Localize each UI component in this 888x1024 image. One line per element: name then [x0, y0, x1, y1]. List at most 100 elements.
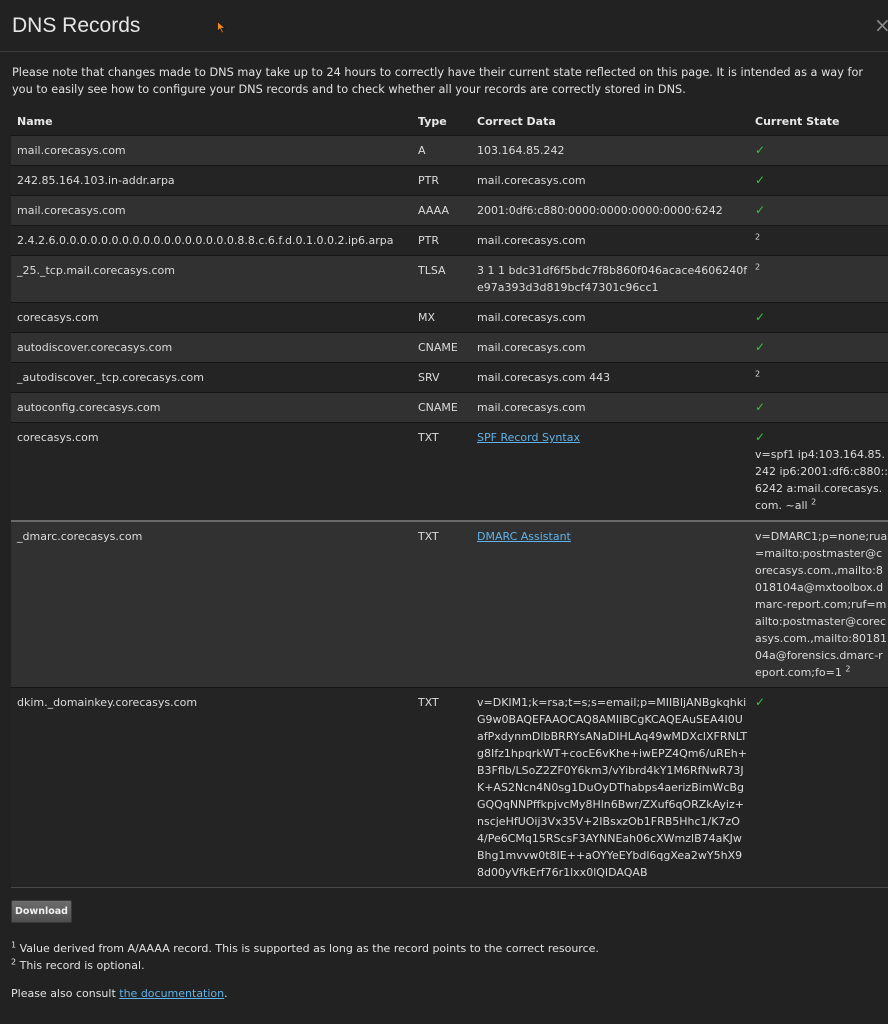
modal-title: DNS Records [12, 14, 141, 37]
table-row: 242.85.164.103.in-addr.arpa PTR mail.cor… [11, 165, 888, 196]
spf-record-syntax-link[interactable]: SPF Record Syntax [477, 431, 580, 444]
record-type: TLSA [418, 264, 446, 277]
record-state: ✓ [749, 393, 888, 423]
footnote-1-text: Value derived from A/AAAA record. This i… [19, 942, 599, 955]
check-icon: ✓ [755, 695, 766, 709]
record-type: PTR [418, 234, 439, 247]
record-state: v=DMARC1;p=none;rua=mailto:postmaster@co… [749, 520, 888, 688]
record-type: CNAME [418, 401, 458, 414]
record-state: 2 [749, 226, 888, 256]
footnote-1: 1 Value derived from A/AAAA record. This… [11, 941, 599, 956]
table-row: 2.4.2.6.0.0.0.0.0.0.0.0.0.0.0.0.0.0.0.0.… [11, 225, 888, 256]
dns-records-table-wrap: Name Type Correct Data Current State mai… [11, 108, 888, 888]
footnote-marker: 2 [755, 369, 761, 379]
table-header-row: Name Type Correct Data Current State [11, 108, 888, 136]
record-data: DMARC Assistant [471, 520, 749, 688]
close-icon[interactable]: × [874, 13, 888, 37]
modal-header: DNS Records × [0, 0, 888, 52]
record-data: mail.corecasys.com 443 [477, 371, 611, 384]
record-type: MX [418, 311, 436, 324]
record-data: mail.corecasys.com [477, 341, 586, 354]
record-data: 2001:0df6:c880:0000:0000:0000:0000:6242 [477, 204, 723, 217]
check-icon: ✓ [755, 203, 766, 217]
table-row: corecasys.com MX mail.corecasys.com ✓ [11, 302, 888, 333]
record-name: 2.4.2.6.0.0.0.0.0.0.0.0.0.0.0.0.0.0.0.0.… [17, 234, 394, 247]
record-name: _autodiscover._tcp.corecasys.com [17, 371, 205, 384]
footnote-marker: 2 [755, 232, 761, 242]
record-state-text: v=DMARC1;p=none;rua=mailto:postmaster@co… [755, 530, 888, 679]
check-icon: ✓ [755, 143, 766, 157]
record-state-text: v=spf1 ip4:103.164.85.242 ip6:2001:df6:c… [755, 448, 888, 512]
record-type: AAAA [418, 204, 450, 217]
column-header-name: Name [17, 115, 53, 128]
table-row: corecasys.com TXT SPF Record Syntax ✓ v=s… [11, 422, 888, 522]
consult-documentation: Please also consult the documentation. [11, 986, 228, 1001]
record-data: 3 1 1 bdc31df6f5bdc7f8b860f046acace46062… [477, 264, 748, 294]
table-row: dkim._domainkey.corecasys.com TXT v=DKIM… [11, 687, 888, 888]
dns-records-table: Name Type Correct Data Current State mai… [11, 108, 888, 888]
record-state: ✓ [749, 333, 888, 363]
record-state: ✓ [749, 166, 888, 196]
record-state: ✓ [749, 196, 888, 226]
table-row: _autodiscover._tcp.corecasys.com SRV mai… [11, 362, 888, 393]
consult-prefix: Please also consult [11, 987, 120, 1000]
footnote-2-number: 2 [11, 957, 17, 967]
record-type: PTR [418, 174, 439, 187]
table-row: _dmarc.corecasys.com TXT DMARC Assistant… [11, 520, 888, 688]
record-state: ✓ v=spf1 ip4:103.164.85.242 ip6:2001:df6:… [749, 423, 888, 522]
record-type: TXT [418, 431, 439, 444]
record-state: ✓ [749, 688, 888, 888]
dmarc-assistant-link[interactable]: DMARC Assistant [477, 530, 571, 543]
record-data: v=DKIM1;k=rsa;t=s;s=email;p=MIIBIjANBgkq… [477, 696, 748, 879]
documentation-link[interactable]: the documentation [119, 987, 224, 1000]
dns-propagation-note: Please note that changes made to DNS may… [12, 66, 864, 96]
record-name: corecasys.com [17, 311, 99, 324]
record-data: mail.corecasys.com [477, 234, 586, 247]
check-icon: ✓ [755, 400, 766, 414]
record-name: _dmarc.corecasys.com [11, 520, 412, 688]
record-state: 2 [749, 256, 888, 303]
check-icon: ✓ [755, 173, 766, 187]
footnote-marker: 2 [845, 664, 851, 674]
record-data: mail.corecasys.com [477, 311, 586, 324]
record-type: A [418, 144, 426, 157]
record-name: corecasys.com [17, 431, 99, 444]
column-header-state: Current State [755, 115, 840, 128]
mouse-pointer-icon [217, 21, 226, 34]
record-name: dkim._domainkey.corecasys.com [17, 696, 198, 709]
table-row: _25._tcp.mail.corecasys.com TLSA 3 1 1 b… [11, 255, 888, 303]
table-row: mail.corecasys.com A 103.164.85.242 ✓ [11, 135, 888, 166]
record-state: ✓ [749, 136, 888, 166]
record-data: mail.corecasys.com [477, 174, 586, 187]
column-header-data: Correct Data [477, 115, 556, 128]
footnote-2: 2 This record is optional. [11, 958, 145, 973]
table-row: autoconfig.corecasys.com CNAME mail.core… [11, 392, 888, 423]
table-row: mail.corecasys.com AAAA 2001:0df6:c880:0… [11, 195, 888, 226]
record-name: autodiscover.corecasys.com [17, 341, 173, 354]
record-type: CNAME [418, 341, 458, 354]
footnote-marker: 2 [811, 497, 817, 507]
record-name: _25._tcp.mail.corecasys.com [17, 264, 175, 277]
column-header-type: Type [418, 115, 447, 128]
record-data: mail.corecasys.com [477, 401, 586, 414]
record-type: SRV [418, 371, 440, 384]
table-row: autodiscover.corecasys.com CNAME mail.co… [11, 332, 888, 363]
record-name: mail.corecasys.com [17, 204, 126, 217]
check-icon: ✓ [755, 430, 766, 444]
record-data: SPF Record Syntax [471, 423, 749, 522]
check-icon: ✓ [755, 340, 766, 354]
record-state: ✓ [749, 303, 888, 333]
record-name: 242.85.164.103.in-addr.arpa [17, 174, 175, 187]
record-type: TXT [418, 696, 439, 709]
record-state: 2 [749, 363, 888, 393]
footnote-2-text: This record is optional. [19, 959, 145, 972]
record-type: TXT [412, 520, 471, 688]
consult-suffix: . [224, 987, 228, 1000]
footnote-1-number: 1 [11, 940, 17, 950]
footnote-marker: 2 [755, 262, 761, 272]
record-name: autoconfig.corecasys.com [17, 401, 161, 414]
check-icon: ✓ [755, 310, 766, 324]
record-data: 103.164.85.242 [477, 144, 565, 157]
record-name: mail.corecasys.com [17, 144, 126, 157]
download-button[interactable]: Download [11, 900, 72, 923]
